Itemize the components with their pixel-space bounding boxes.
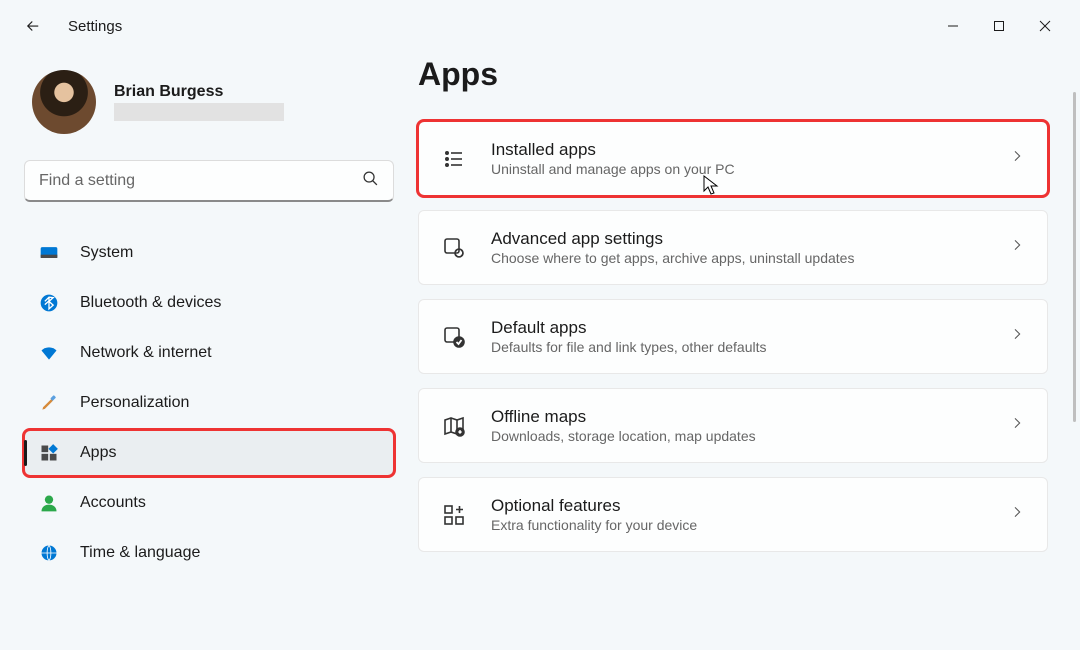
avatar xyxy=(32,70,96,134)
card-title: Installed apps xyxy=(491,140,985,160)
page-title: Apps xyxy=(418,56,1048,93)
bluetooth-icon xyxy=(38,292,60,314)
nav-label: Apps xyxy=(80,444,116,462)
apps-grid-icon xyxy=(38,442,60,464)
globe-clock-icon xyxy=(38,542,60,564)
card-default-apps[interactable]: Default apps Defaults for file and link … xyxy=(418,299,1048,374)
grid-plus-icon xyxy=(441,502,467,528)
app-gear-icon xyxy=(441,235,467,261)
sidebar: Brian Burgess System Bluetooth & devi xyxy=(24,52,394,576)
card-subtitle: Extra functionality for your device xyxy=(491,517,985,533)
monitor-icon xyxy=(38,242,60,264)
user-name: Brian Burgess xyxy=(114,83,284,101)
card-title: Offline maps xyxy=(491,407,985,427)
minimize-button[interactable] xyxy=(930,10,976,42)
nav-label: Time & language xyxy=(80,544,200,562)
user-email-redacted xyxy=(114,103,284,121)
sidebar-item-system[interactable]: System xyxy=(24,230,394,276)
chevron-right-icon xyxy=(1009,415,1025,436)
paintbrush-icon xyxy=(38,392,60,414)
nav-label: System xyxy=(80,244,133,262)
search-box[interactable] xyxy=(24,160,394,202)
nav-label: Accounts xyxy=(80,494,146,512)
chevron-right-icon xyxy=(1009,148,1025,169)
main-content: Apps Installed apps Uninstall and manage… xyxy=(418,52,1056,576)
user-account-row[interactable]: Brian Burgess xyxy=(24,52,394,152)
list-icon xyxy=(441,146,467,172)
sidebar-item-accounts[interactable]: Accounts xyxy=(24,480,394,526)
chevron-right-icon xyxy=(1009,326,1025,347)
close-button[interactable] xyxy=(1022,10,1068,42)
search-input[interactable] xyxy=(39,172,362,190)
card-title: Optional features xyxy=(491,496,985,516)
titlebar: Settings xyxy=(0,0,1080,52)
search-icon xyxy=(362,170,379,192)
chevron-right-icon xyxy=(1009,504,1025,525)
card-subtitle: Choose where to get apps, archive apps, … xyxy=(491,250,985,266)
back-arrow-icon[interactable] xyxy=(24,17,42,35)
card-installed-apps[interactable]: Installed apps Uninstall and manage apps… xyxy=(418,121,1048,196)
scrollbar[interactable] xyxy=(1073,92,1076,642)
nav-label: Personalization xyxy=(80,394,189,412)
wifi-icon xyxy=(38,342,60,364)
map-download-icon xyxy=(441,413,467,439)
nav-label: Network & internet xyxy=(80,344,212,362)
card-subtitle: Downloads, storage location, map updates xyxy=(491,428,985,444)
nav-list: System Bluetooth & devices Network & int… xyxy=(24,230,394,576)
sidebar-item-apps[interactable]: Apps xyxy=(24,430,394,476)
maximize-button[interactable] xyxy=(976,10,1022,42)
card-optional-features[interactable]: Optional features Extra functionality fo… xyxy=(418,477,1048,552)
sidebar-item-network[interactable]: Network & internet xyxy=(24,330,394,376)
card-offline-maps[interactable]: Offline maps Downloads, storage location… xyxy=(418,388,1048,463)
card-subtitle: Uninstall and manage apps on your PC xyxy=(491,161,985,177)
chevron-right-icon xyxy=(1009,237,1025,258)
person-icon xyxy=(38,492,60,514)
app-check-icon xyxy=(441,324,467,350)
app-title: Settings xyxy=(68,18,122,35)
card-advanced-app-settings[interactable]: Advanced app settings Choose where to ge… xyxy=(418,210,1048,285)
sidebar-item-time-language[interactable]: Time & language xyxy=(24,530,394,576)
sidebar-item-bluetooth[interactable]: Bluetooth & devices xyxy=(24,280,394,326)
card-title: Advanced app settings xyxy=(491,229,985,249)
card-subtitle: Defaults for file and link types, other … xyxy=(491,339,985,355)
card-title: Default apps xyxy=(491,318,985,338)
nav-label: Bluetooth & devices xyxy=(80,294,221,312)
sidebar-item-personalization[interactable]: Personalization xyxy=(24,380,394,426)
